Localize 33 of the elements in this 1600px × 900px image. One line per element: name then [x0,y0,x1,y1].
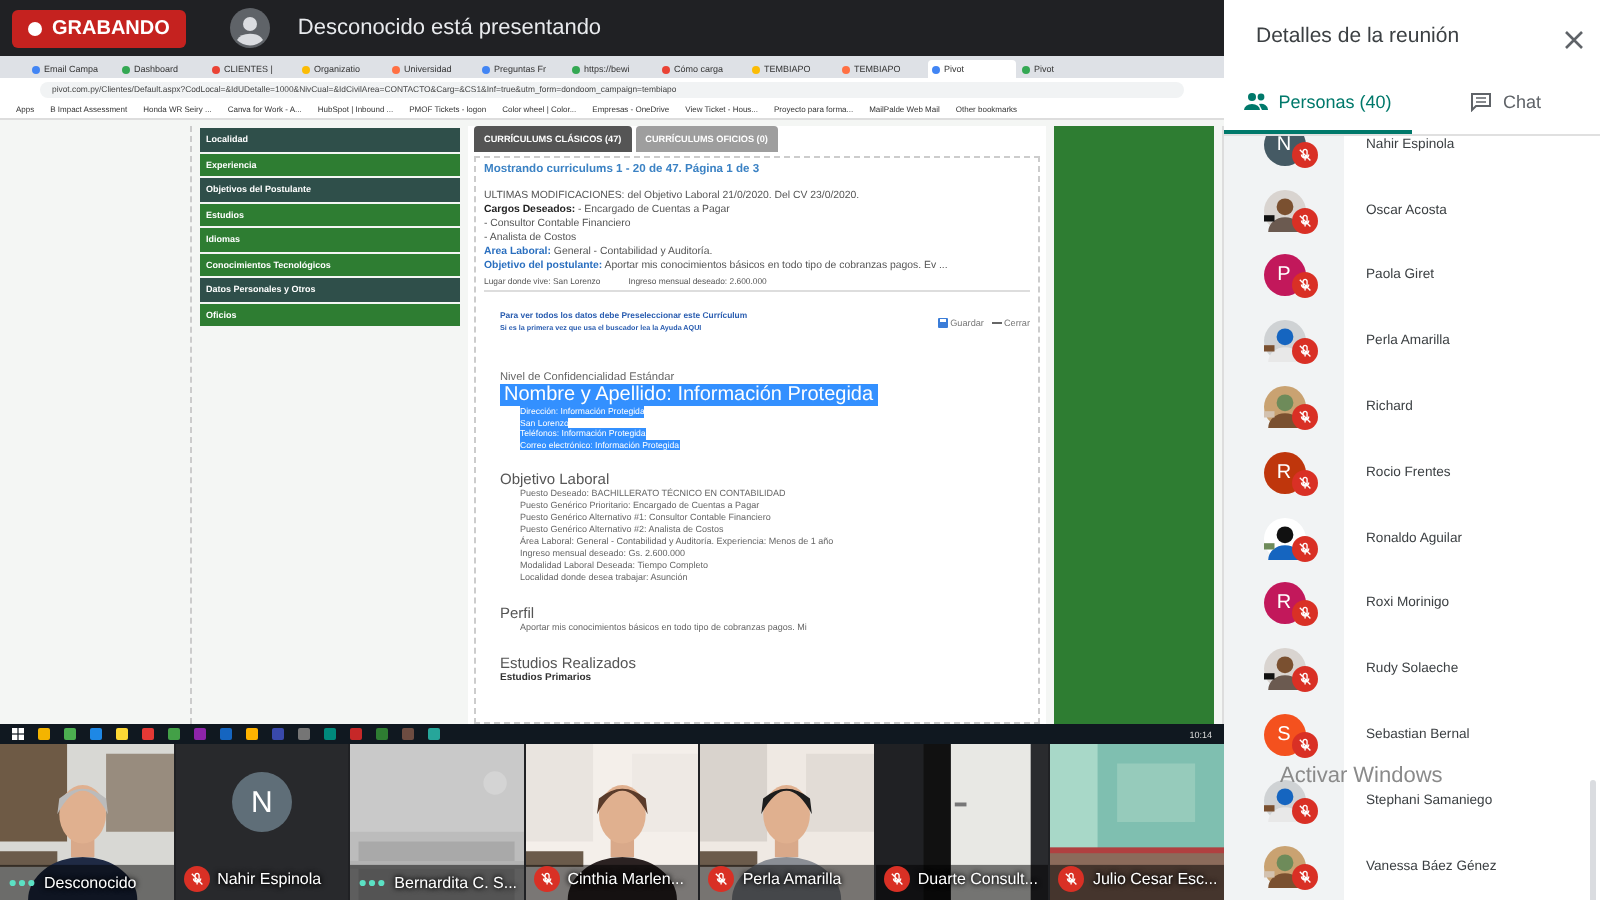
start-icon[interactable] [12,728,24,740]
person-avatar-icon [229,8,270,48]
panel-title: Detalles de la reunión [1256,24,1460,48]
taskbar-app-icon[interactable] [194,728,206,740]
presenter-text: Desconocido está presentando [297,16,602,40]
participant-name: Cinthia Marlen... [567,870,684,888]
taskbar-app-icon[interactable] [64,728,76,740]
taskbar-app-icon[interactable] [428,728,440,740]
participant-name: Desconocido [44,874,137,892]
taskbar-app-icon[interactable] [246,728,258,740]
floppy-disk-icon [938,317,949,327]
activation-notice: Activar Windows [1280,764,1443,788]
participant-name: Perla Amarilla [742,870,842,888]
taskbar-app-icon[interactable] [324,728,336,740]
taskbar-app-icon[interactable] [220,728,232,740]
taskbar-app-icon[interactable] [168,728,180,740]
people-icon [1244,92,1269,110]
panel-tab[interactable]: Chat [1412,72,1600,134]
taskbar-app-icon[interactable] [116,728,128,740]
taskbar-app-icon[interactable] [298,728,310,740]
taskbar-app-icon[interactable] [142,728,154,740]
taskbar-app-icon[interactable] [90,728,102,740]
participant-avatar: N [231,772,292,832]
participant-name: Bernardita C. S... [394,874,518,892]
close-icon[interactable] [1564,26,1584,46]
chat-icon [1470,91,1493,111]
candidate-name: Nombre y Apellido: Información Protegida [500,384,878,406]
taskbar-app-icon[interactable] [376,728,388,740]
taskbar-app-icon[interactable] [350,728,362,740]
taskbar-app-icon[interactable] [38,728,50,740]
recording-badge[interactable]: GRABANDO [12,9,186,47]
participant-name: Julio Cesar Esc... [1092,870,1218,888]
participant-name: Nahir Espinola [217,870,322,888]
